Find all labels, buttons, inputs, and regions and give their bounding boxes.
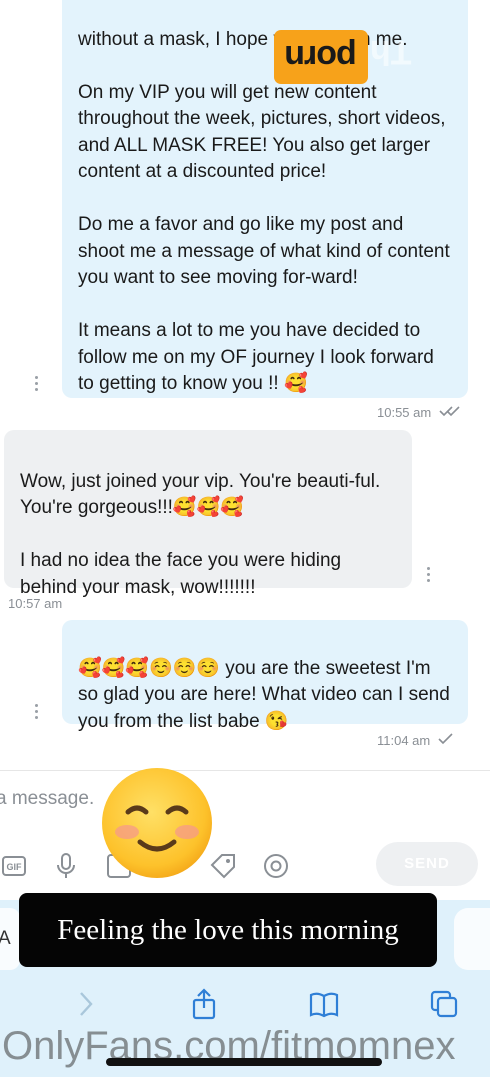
tabs-icon[interactable] bbox=[428, 988, 460, 1020]
chat-thread: without a mask, I hope you will join me.… bbox=[0, 0, 490, 770]
message-text: 🥰🥰🥰☺️☺️☺️ you are the sweetest I'm so gl… bbox=[78, 657, 450, 732]
logo-trailing-text: Th bbox=[370, 33, 412, 71]
check-icon bbox=[438, 733, 453, 745]
smiling-face-icon bbox=[102, 768, 212, 878]
svg-text:GIF: GIF bbox=[7, 862, 23, 872]
forward-chevron-icon[interactable] bbox=[70, 988, 102, 1020]
message-bubble-received[interactable]: Wow, just joined your vip. You're beauti… bbox=[4, 430, 412, 598]
address-text: A bbox=[0, 928, 11, 949]
message-text: Wow, just joined your vip. You're beauti… bbox=[20, 470, 381, 598]
bookmarks-icon[interactable] bbox=[308, 988, 340, 1020]
timestamp-text: 11:04 am bbox=[377, 733, 431, 748]
double-check-icon bbox=[439, 406, 460, 417]
message-options-icon[interactable] bbox=[34, 704, 38, 722]
microphone-icon[interactable] bbox=[51, 851, 81, 881]
message-bubble-sent[interactable]: 🥰🥰🥰☺️☺️☺️ you are the sweetest I'm so gl… bbox=[62, 620, 468, 732]
share-icon[interactable] bbox=[188, 988, 220, 1020]
logo-text: porn bbox=[285, 38, 357, 76]
send-button[interactable]: SEND bbox=[376, 842, 478, 886]
story-caption: Feeling the love this morning bbox=[19, 893, 437, 967]
message-options-icon[interactable] bbox=[34, 376, 38, 394]
home-indicator[interactable] bbox=[106, 1058, 382, 1066]
tab-preview[interactable] bbox=[454, 908, 490, 970]
gif-icon[interactable]: GIF bbox=[0, 851, 30, 881]
mention-icon[interactable] bbox=[261, 851, 291, 881]
message-timestamp: 11:04 am bbox=[377, 733, 454, 748]
message-text: without a mask, I hope you will join me.… bbox=[78, 28, 450, 395]
message-options-icon[interactable] bbox=[426, 567, 430, 585]
message-input[interactable]: a message. bbox=[0, 788, 94, 810]
message-timestamp: 10:57 am bbox=[8, 596, 63, 611]
watermark-logo: porn bbox=[274, 30, 368, 84]
timestamp-text: 10:55 am bbox=[377, 405, 432, 420]
message-timestamp: 10:55 am bbox=[377, 405, 461, 420]
